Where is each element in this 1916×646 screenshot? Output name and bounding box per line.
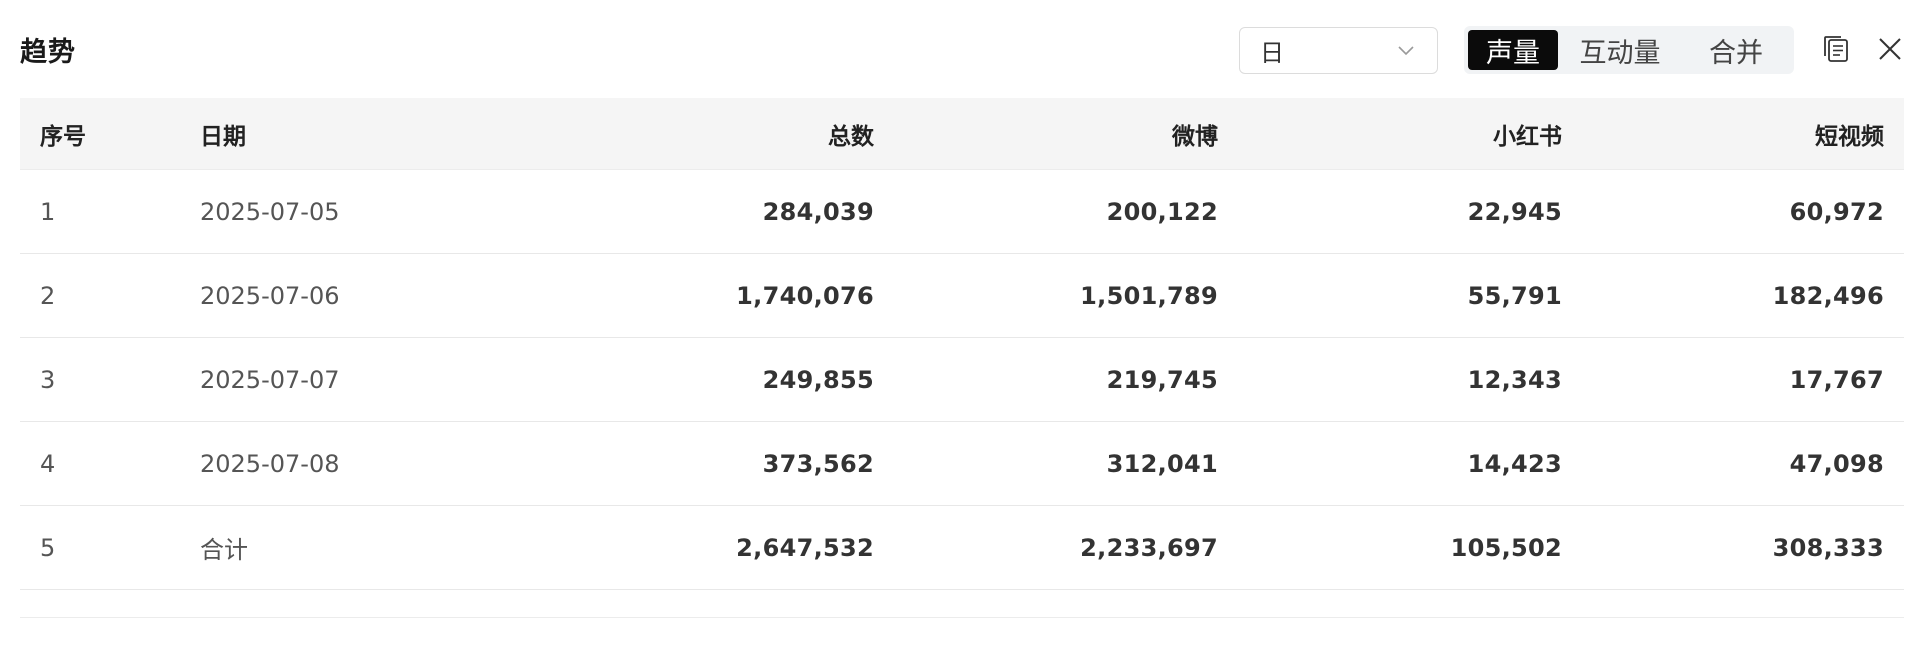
table-row: 4 2025-07-08 373,562 312,041 14,423 47,0… xyxy=(20,422,1904,506)
cell-index: 1 xyxy=(40,197,56,226)
cell-date: 2025-07-07 xyxy=(200,365,340,394)
col-header-short-video: 短视频 xyxy=(1815,123,1884,150)
cell-index: 2 xyxy=(40,281,56,310)
chevron-down-icon xyxy=(1398,46,1414,56)
trend-panel: 趋势 日 声量 互动量 合并 序号 日期 总数 微博 小红书 短视频 1 202… xyxy=(0,0,1916,646)
cell-weibo: 219,745 xyxy=(1106,365,1218,394)
segment-volume[interactable]: 声量 xyxy=(1468,30,1558,70)
cell-index: 3 xyxy=(40,365,56,394)
cell-index: 5 xyxy=(40,533,56,562)
cell-weibo: 312,041 xyxy=(1106,449,1218,478)
cell-weibo: 1,501,789 xyxy=(1080,281,1218,310)
cell-date: 2025-07-05 xyxy=(200,197,340,226)
cell-total: 284,039 xyxy=(762,197,874,226)
cell-short-video: 60,972 xyxy=(1789,197,1884,226)
period-select[interactable]: 日 xyxy=(1239,27,1438,74)
cell-total: 2,647,532 xyxy=(736,533,874,562)
close-icon xyxy=(1879,38,1901,60)
cell-xiaohongshu: 22,945 xyxy=(1467,197,1562,226)
trend-table: 序号 日期 总数 微博 小红书 短视频 1 2025-07-05 284,039… xyxy=(20,98,1904,618)
cell-weibo: 200,122 xyxy=(1106,197,1218,226)
copy-button[interactable] xyxy=(1819,32,1853,66)
table-body: 1 2025-07-05 284,039 200,122 22,945 60,9… xyxy=(20,170,1904,618)
copy-icon xyxy=(1824,36,1848,62)
cell-short-video: 47,098 xyxy=(1789,449,1884,478)
table-divider xyxy=(20,590,1904,618)
table-row-total: 5 合计 2,647,532 2,233,697 105,502 308,333 xyxy=(20,506,1904,590)
cell-short-video: 17,767 xyxy=(1789,365,1884,394)
cell-weibo: 2,233,697 xyxy=(1080,533,1218,562)
cell-xiaohongshu: 105,502 xyxy=(1450,533,1562,562)
segment-interactions[interactable]: 互动量 xyxy=(1558,30,1682,70)
cell-total: 249,855 xyxy=(762,365,874,394)
period-select-value: 日 xyxy=(1260,39,1284,67)
col-header-xiaohongshu: 小红书 xyxy=(1493,123,1562,150)
close-button[interactable] xyxy=(1873,32,1907,66)
cell-date: 2025-07-08 xyxy=(200,449,340,478)
col-header-weibo: 微博 xyxy=(1172,123,1218,150)
cell-short-video: 182,496 xyxy=(1772,281,1884,310)
col-header-index: 序号 xyxy=(40,123,86,150)
cell-xiaohongshu: 55,791 xyxy=(1467,281,1562,310)
segment-combined[interactable]: 合并 xyxy=(1682,30,1790,70)
metric-segmented-control: 声量 互动量 合并 xyxy=(1464,26,1794,74)
cell-total: 1,740,076 xyxy=(736,281,874,310)
cell-total: 373,562 xyxy=(762,449,874,478)
cell-short-video: 308,333 xyxy=(1772,533,1884,562)
cell-xiaohongshu: 14,423 xyxy=(1467,449,1562,478)
table-header-row: 序号 日期 总数 微博 小红书 短视频 xyxy=(20,98,1904,170)
cell-index: 4 xyxy=(40,449,56,478)
col-header-date: 日期 xyxy=(200,123,246,150)
cell-date: 合计 xyxy=(200,536,248,564)
table-row: 3 2025-07-07 249,855 219,745 12,343 17,7… xyxy=(20,338,1904,422)
table-row: 2 2025-07-06 1,740,076 1,501,789 55,791 … xyxy=(20,254,1904,338)
cell-date: 2025-07-06 xyxy=(200,281,340,310)
panel-title: 趋势 xyxy=(20,37,76,68)
table-row: 1 2025-07-05 284,039 200,122 22,945 60,9… xyxy=(20,170,1904,254)
col-header-total: 总数 xyxy=(828,123,874,150)
cell-xiaohongshu: 12,343 xyxy=(1467,365,1562,394)
